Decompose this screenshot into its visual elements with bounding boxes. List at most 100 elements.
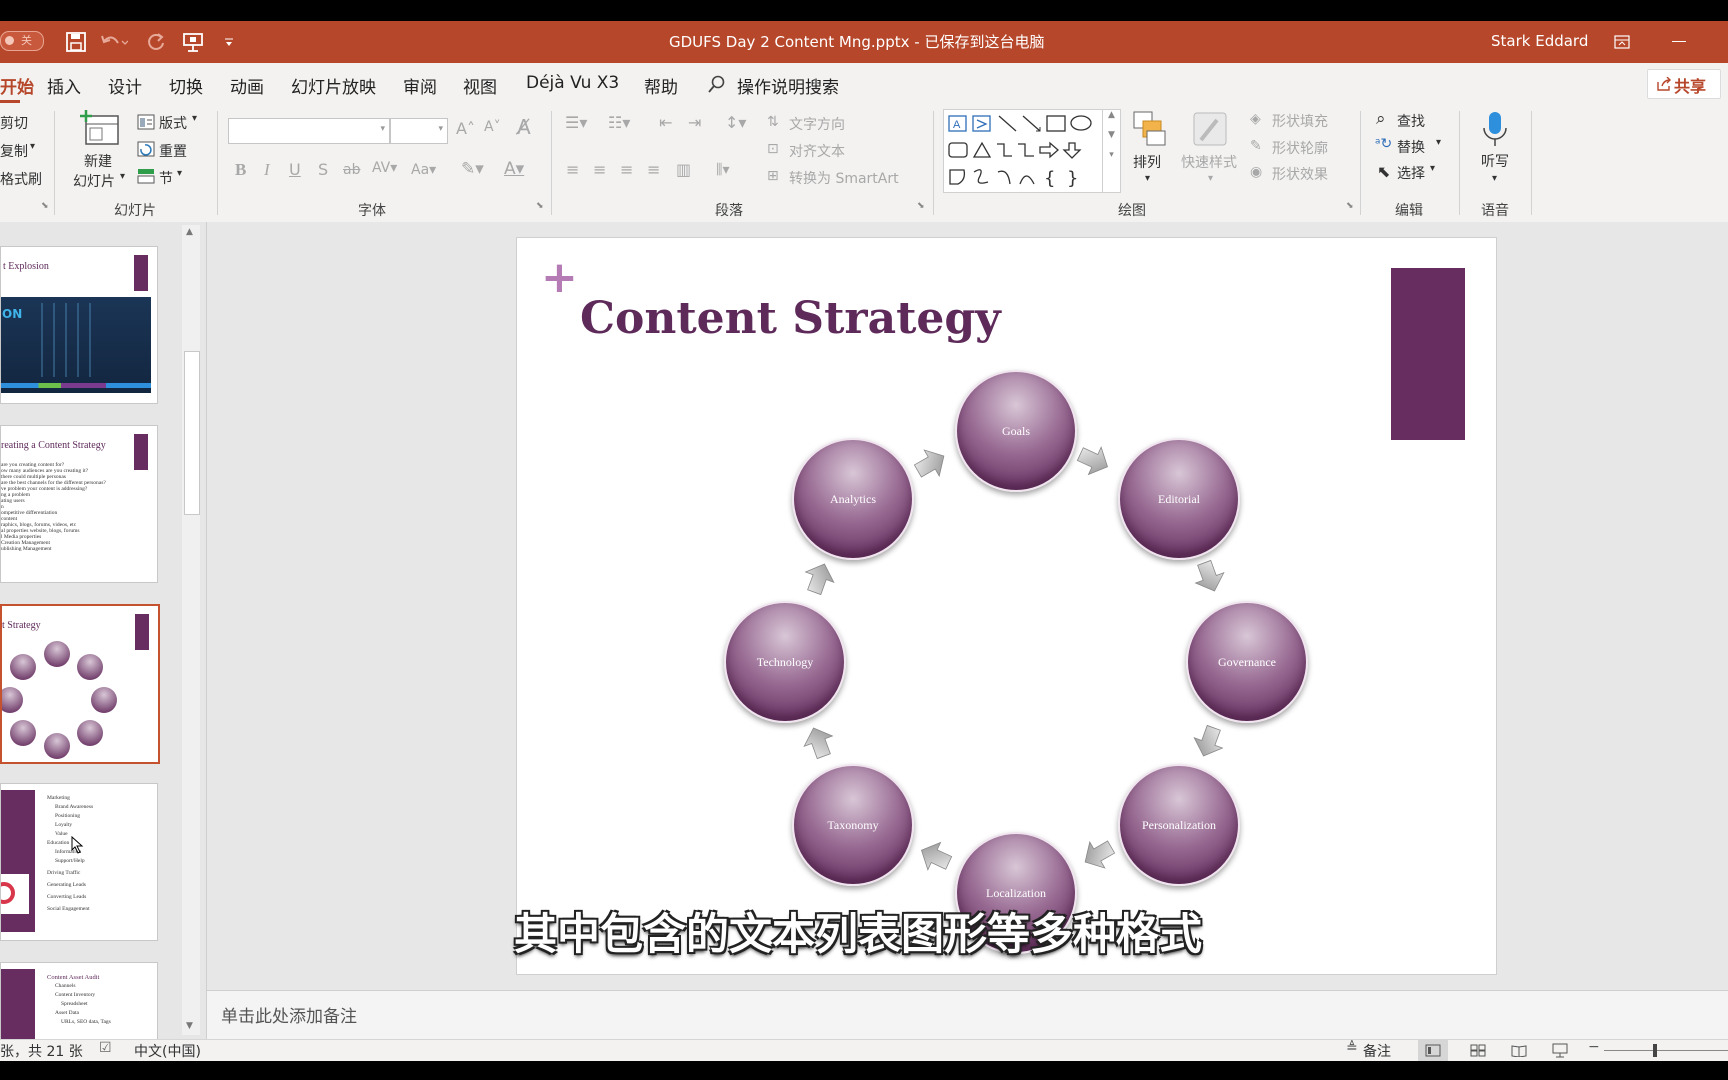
strikethrough-icon[interactable]: ab	[343, 162, 360, 178]
share-button[interactable]: 共享	[1647, 69, 1721, 99]
tab-animations[interactable]: 动画	[230, 73, 264, 98]
underline-icon[interactable]: U	[289, 160, 301, 179]
tab-help[interactable]: 帮助	[644, 73, 678, 98]
tab-design[interactable]: 设计	[108, 73, 142, 98]
cycle-node-goals[interactable]: Goals	[955, 370, 1077, 492]
dictate-button[interactable]: 听写	[1481, 151, 1509, 171]
notes-placeholder[interactable]: 单击此处添加备注	[221, 1002, 357, 1027]
shape-fill-icon[interactable]: ◈	[1250, 111, 1261, 127]
tab-view[interactable]: 视图	[463, 73, 497, 98]
copy-dropdown-icon[interactable]: ▾	[30, 141, 35, 152]
cycle-node-technology[interactable]: Technology	[724, 601, 846, 723]
highlight-color-icon[interactable]: ✎▾	[461, 159, 484, 179]
character-spacing-icon[interactable]: AV▾	[372, 160, 397, 176]
slide-thumbnail-4[interactable]: Marketing Brand Awareness Positioning Lo…	[0, 783, 158, 941]
layout-dropdown-icon[interactable]: ▾	[192, 113, 197, 124]
scrollbar-thumb[interactable]	[184, 351, 200, 515]
slide-thumbnail-3-selected[interactable]: t Strategy	[0, 604, 160, 764]
slide-thumbnail-5[interactable]: Content Asset Audit Channels Content Inv…	[0, 962, 158, 1040]
align-text-icon[interactable]: ⊡	[767, 141, 779, 157]
notes-toggle-button[interactable]: 备注	[1363, 1041, 1391, 1061]
shapes-gallery-scroll[interactable]: ▲ ▼ ▾	[1102, 110, 1120, 192]
slideshow-view-icon[interactable]	[1552, 1043, 1568, 1058]
italic-icon[interactable]: I	[264, 160, 270, 180]
new-slide-icon[interactable]	[80, 110, 120, 146]
layout-button[interactable]: 版式	[159, 113, 187, 133]
increase-indent-icon[interactable]: ⇥	[688, 113, 701, 132]
scroll-down-icon[interactable]: ▼	[186, 1021, 193, 1031]
bullets-icon[interactable]: ☰▾	[565, 113, 587, 132]
find-button[interactable]: 查找	[1397, 111, 1425, 131]
scroll-up-icon[interactable]: ▲	[186, 227, 193, 237]
copy-button[interactable]: 复制	[0, 141, 28, 161]
tell-me-search[interactable]: 操作说明搜索	[737, 73, 839, 98]
tab-insert[interactable]: 插入	[47, 73, 81, 98]
quick-styles-dropdown-icon[interactable]: ▾	[1208, 173, 1213, 184]
line-spacing-icon[interactable]: ↕▾	[725, 113, 746, 132]
font-launcher-icon[interactable]: ⬊	[536, 201, 544, 211]
clipboard-launcher-icon[interactable]: ⬊	[41, 201, 49, 211]
justify-icon[interactable]: ≡	[647, 160, 660, 179]
format-painter-button[interactable]: 格式刷	[0, 169, 42, 189]
shape-outline-button[interactable]: 形状轮廓	[1272, 138, 1328, 158]
zoom-slider[interactable]	[1604, 1050, 1728, 1051]
smartart-icon[interactable]: ⊞	[767, 168, 779, 184]
cycle-node-personalization[interactable]: Personalization	[1118, 764, 1240, 886]
tab-transitions[interactable]: 切换	[169, 73, 203, 98]
increase-font-size-icon[interactable]: A˄	[456, 119, 475, 138]
paragraph-launcher-icon[interactable]: ⬊	[917, 201, 925, 211]
slide-thumbnail-2[interactable]: reating a Content Strategy are you creat…	[0, 425, 158, 583]
section-dropdown-icon[interactable]: ▾	[177, 168, 182, 179]
font-name-dropdown[interactable]: ▾	[228, 118, 390, 144]
thumbnail-scrollbar[interactable]: ▲ ▼	[182, 225, 200, 1035]
shape-effects-icon[interactable]: ◉	[1250, 164, 1262, 180]
text-direction-button[interactable]: 文字方向	[789, 114, 845, 134]
shape-effects-button[interactable]: 形状效果	[1272, 164, 1328, 184]
replace-icon[interactable]: ᵃ↻	[1375, 136, 1392, 152]
arrange-button[interactable]: 排列	[1133, 152, 1161, 172]
convert-smartart-button[interactable]: 转换为 SmartArt	[789, 168, 899, 188]
tab-dejavu[interactable]: Déjà Vu X3	[526, 73, 619, 93]
distributed-icon[interactable]: ▥	[676, 160, 691, 179]
present-from-start-icon[interactable]	[183, 32, 203, 52]
decrease-indent-icon[interactable]: ⇤	[659, 113, 672, 132]
quick-styles-button[interactable]: 快速样式	[1181, 152, 1237, 172]
reset-button[interactable]: 重置	[159, 141, 187, 161]
new-slide-label-2[interactable]: 幻灯片	[73, 171, 115, 191]
reading-view-icon[interactable]	[1511, 1044, 1527, 1057]
normal-view-button[interactable]	[1418, 1040, 1448, 1061]
microphone-icon[interactable]	[1482, 110, 1508, 150]
arrange-dropdown-icon[interactable]: ▾	[1145, 173, 1150, 184]
align-text-button[interactable]: 对齐文本	[789, 141, 845, 161]
shape-outline-icon[interactable]: ✎	[1250, 138, 1262, 154]
select-dropdown-icon[interactable]: ▾	[1430, 163, 1435, 174]
align-center-icon[interactable]: ≡	[593, 160, 606, 179]
replace-button[interactable]: 替换	[1397, 137, 1425, 157]
cycle-node-editorial[interactable]: Editorial	[1118, 438, 1240, 560]
align-left-icon[interactable]: ≡	[566, 160, 579, 179]
cycle-node-taxonomy[interactable]: Taxonomy	[792, 764, 914, 886]
shape-fill-button[interactable]: 形状填充	[1272, 111, 1328, 131]
shapes-gallery[interactable]: A { } ▲ ▼ ▾	[943, 109, 1121, 193]
slide-thumbnail-1[interactable]: t Explosion ON	[0, 246, 158, 404]
tab-review[interactable]: 审阅	[403, 73, 437, 98]
cycle-node-analytics[interactable]: Analytics	[792, 438, 914, 560]
save-icon[interactable]	[66, 32, 86, 52]
section-button[interactable]: 节	[159, 168, 173, 188]
user-name[interactable]: Stark Eddard	[1491, 32, 1588, 50]
notes-pane[interactable]: 单击此处添加备注	[207, 990, 1728, 1040]
ribbon-display-options-icon[interactable]	[1614, 35, 1630, 49]
font-color-icon[interactable]: A▾	[504, 159, 524, 179]
change-case-icon[interactable]: Aa▾	[411, 162, 436, 178]
font-size-dropdown[interactable]: ▾	[390, 118, 448, 144]
select-button[interactable]: 选择	[1397, 163, 1425, 183]
slide-canvas[interactable]: + Content Strategy Goals Editorial Gover…	[516, 237, 1497, 975]
find-icon[interactable]: ⌕	[1376, 109, 1386, 129]
accessibility-icon[interactable]: ☑	[99, 1040, 112, 1056]
tab-home[interactable]: 开始	[0, 73, 34, 98]
dictate-dropdown-icon[interactable]: ▾	[1492, 173, 1497, 184]
new-slide-label-1[interactable]: 新建	[84, 151, 112, 171]
minimize-button[interactable]	[1672, 41, 1686, 42]
drawing-launcher-icon[interactable]: ⬊	[1346, 201, 1354, 211]
zoom-slider-thumb[interactable]	[1653, 1044, 1657, 1057]
